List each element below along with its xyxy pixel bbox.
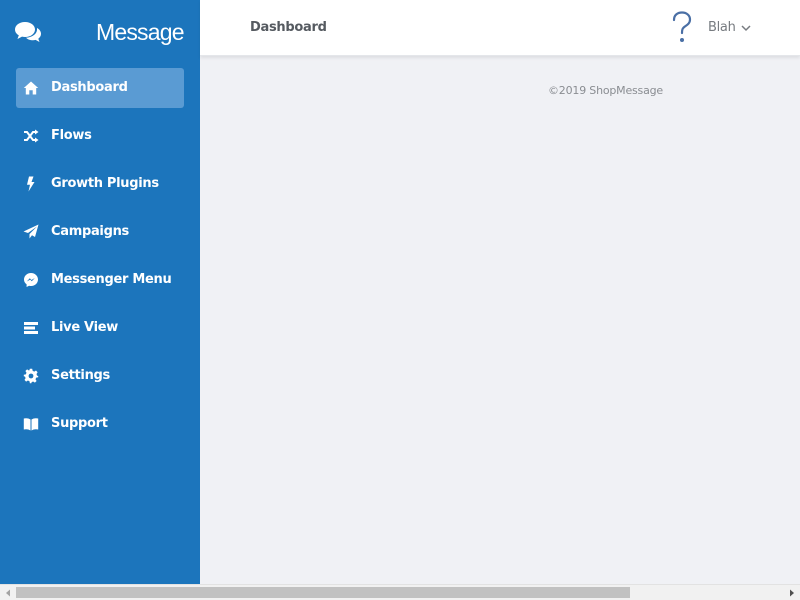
sidebar-item-flows[interactable]: Flows bbox=[16, 116, 184, 156]
sidebar-item-label: Support bbox=[51, 416, 108, 431]
sidebar-item-label: Messenger Menu bbox=[51, 272, 172, 287]
sidebar-nav: Dashboard Flows Growth Plugins Campaigns bbox=[16, 68, 184, 452]
question-mark-icon[interactable] bbox=[670, 10, 694, 46]
top-header: Dashboard Blah bbox=[200, 0, 800, 56]
bolt-icon bbox=[27, 176, 35, 192]
chevron-down-icon bbox=[741, 24, 751, 31]
scrollbar-thumb[interactable] bbox=[16, 587, 630, 598]
home-icon bbox=[23, 81, 39, 95]
sidebar-item-messenger-menu[interactable]: Messenger Menu bbox=[16, 260, 184, 300]
sidebar-item-live-view[interactable]: Live View bbox=[16, 308, 184, 348]
list-icon bbox=[24, 322, 38, 334]
chat-bubbles-icon bbox=[15, 22, 41, 42]
sidebar-item-label: Dashboard bbox=[51, 80, 128, 95]
sidebar-item-dashboard[interactable]: Dashboard bbox=[16, 68, 184, 108]
brand[interactable]: Message bbox=[0, 0, 200, 56]
book-icon bbox=[23, 418, 39, 431]
sidebar-item-campaigns[interactable]: Campaigns bbox=[16, 212, 184, 252]
messenger-icon bbox=[24, 273, 38, 287]
sidebar-item-label: Campaigns bbox=[51, 224, 129, 239]
sidebar-item-settings[interactable]: Settings bbox=[16, 356, 184, 396]
sidebar-item-label: Settings bbox=[51, 368, 110, 383]
sidebar-item-label: Flows bbox=[51, 128, 92, 143]
user-menu[interactable]: Blah bbox=[708, 20, 751, 35]
sidebar-item-support[interactable]: Support bbox=[16, 404, 184, 444]
scroll-left-arrow-icon[interactable] bbox=[0, 585, 16, 600]
sidebar-item-label: Growth Plugins bbox=[51, 176, 159, 191]
brand-name: Message bbox=[96, 19, 185, 45]
copyright-text: ©2019 ShopMessage bbox=[548, 84, 663, 97]
shuffle-icon bbox=[24, 129, 39, 143]
sidebar: Message Dashboard Flows Growth Plugins C… bbox=[0, 0, 200, 584]
gear-icon bbox=[23, 368, 39, 384]
paper-plane-icon bbox=[23, 224, 39, 239]
horizontal-scrollbar[interactable] bbox=[0, 584, 800, 600]
sidebar-item-growth-plugins[interactable]: Growth Plugins bbox=[16, 164, 184, 204]
sidebar-item-label: Live View bbox=[51, 320, 118, 335]
page-title: Dashboard bbox=[250, 20, 327, 35]
user-name: Blah bbox=[708, 20, 736, 35]
scroll-right-arrow-icon[interactable] bbox=[784, 585, 800, 600]
